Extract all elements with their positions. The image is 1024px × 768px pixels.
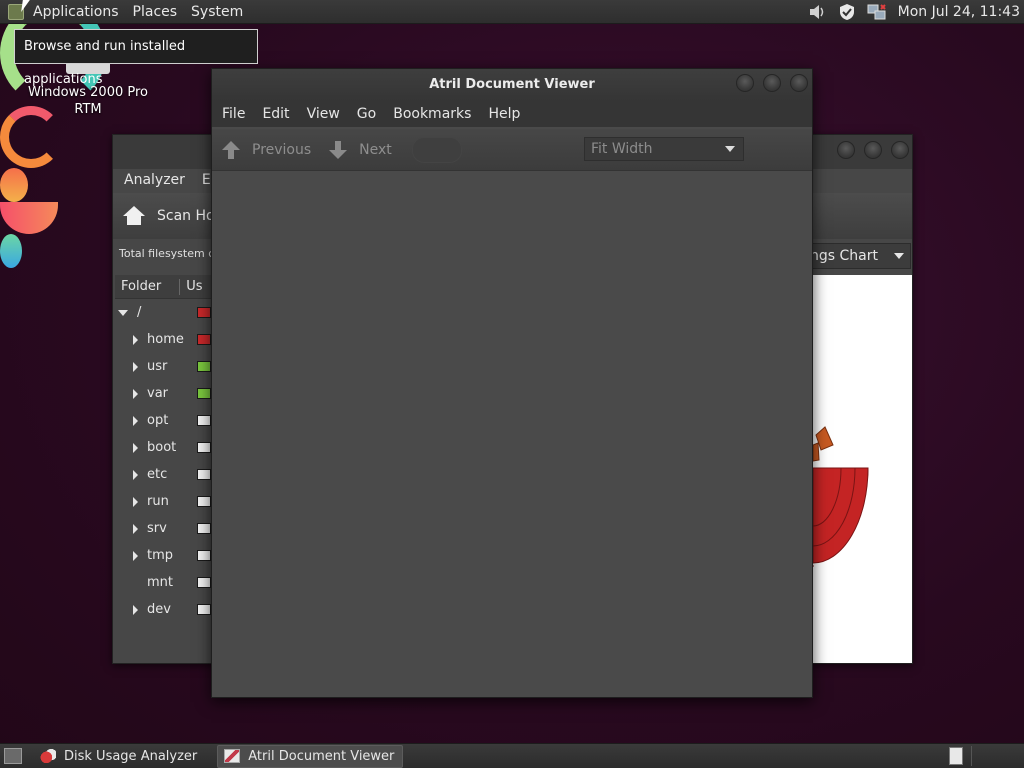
next-label: Next [359, 141, 392, 158]
system-tray: Mon Jul 24, 11:43 [802, 0, 1024, 24]
menu-edit[interactable]: Edit [252, 106, 296, 122]
menu-applications[interactable]: Applications [26, 0, 126, 24]
usage-bar [197, 469, 211, 480]
usage-bar [197, 523, 211, 534]
previous-page-button[interactable]: Previous [212, 135, 319, 165]
folder-name: boot [147, 440, 177, 455]
wallpaper-bubble [0, 202, 58, 234]
tooltip: Browse and run installed applications [14, 29, 258, 87]
usage-bar [197, 496, 211, 507]
chevron-right-icon[interactable] [133, 442, 138, 453]
taskbar-item-disk-usage-analyzer[interactable]: Disk Usage Analyzer [34, 745, 205, 768]
home-icon[interactable] [123, 206, 145, 226]
menu-analyzer[interactable]: Analyzer [113, 172, 191, 188]
close-button[interactable] [790, 74, 808, 92]
usage-bar [197, 334, 211, 345]
usage-bar [197, 577, 211, 588]
window-title: Atril Document Viewer [429, 77, 595, 92]
rings-chart-svg [812, 426, 869, 567]
folder-name: mnt [147, 575, 173, 590]
folder-name: tmp [147, 548, 174, 563]
folder-name: dev [147, 602, 171, 617]
next-page-button[interactable]: Next [319, 135, 400, 165]
chart-type-select[interactable]: ngs Chart [803, 243, 911, 269]
chevron-right-icon[interactable] [133, 388, 138, 399]
network-icon[interactable] [867, 2, 887, 22]
show-desktop-icon[interactable] [4, 748, 22, 764]
chevron-down-icon[interactable] [118, 309, 128, 316]
chevron-right-icon[interactable] [133, 550, 138, 561]
menubar: File Edit View Go Bookmarks Help [212, 101, 812, 127]
arrow-up-icon [222, 140, 240, 159]
column-header-folder[interactable]: Folder [115, 279, 161, 294]
usage-bar [197, 604, 211, 615]
bottom-panel: Disk Usage Analyzer Atril Document Viewe… [0, 743, 1024, 768]
atril-window[interactable]: Atril Document Viewer File Edit View Go … [211, 68, 813, 698]
menu-go[interactable]: Go [347, 106, 383, 122]
chevron-right-icon[interactable] [133, 604, 138, 615]
maximize-button[interactable] [763, 74, 781, 92]
wallpaper-bubble [0, 234, 22, 268]
taskbar-item-atril[interactable]: Atril Document Viewer [217, 744, 404, 768]
menubar: Analyzer Ed [113, 169, 226, 191]
usage-bar [197, 388, 211, 399]
panel-separator [971, 746, 972, 766]
column-header-usage[interactable]: Us [180, 279, 202, 294]
folder-name: srv [147, 521, 167, 536]
usage-bar [197, 442, 211, 453]
disk-usage-analyzer-icon [40, 749, 56, 763]
folder-name: run [147, 494, 169, 509]
zoom-value: Fit Width [591, 141, 653, 157]
minimize-button[interactable] [837, 141, 855, 159]
window-titlebar[interactable]: Atril Document Viewer [212, 69, 812, 101]
menu-help[interactable]: Help [478, 106, 527, 122]
toolbar: Previous Next Fit Width [212, 129, 812, 171]
folder-name: etc [147, 467, 168, 482]
top-panel: Applications Places System Mon Jul 24, 1… [0, 0, 1024, 24]
chevron-right-icon[interactable] [133, 334, 138, 345]
chevron-right-icon[interactable] [133, 469, 138, 480]
chevron-down-icon [894, 253, 904, 259]
menu-bookmarks[interactable]: Bookmarks [383, 106, 478, 122]
maximize-button[interactable] [864, 141, 882, 159]
chevron-right-icon[interactable] [133, 523, 138, 534]
rings-chart[interactable] [812, 275, 912, 663]
folder-name: usr [147, 359, 168, 374]
folder-name: opt [147, 413, 169, 428]
usage-bar [197, 550, 211, 561]
atril-icon [224, 749, 241, 763]
page-number-input[interactable] [411, 136, 462, 163]
chart-type-value: ngs Chart [810, 248, 878, 264]
folder-name: var [147, 386, 169, 401]
chevron-down-icon [725, 146, 735, 152]
volume-icon[interactable] [807, 2, 827, 22]
taskbar-item-label: Atril Document Viewer [248, 748, 395, 764]
usage-bar [197, 307, 211, 318]
folder-name: home [147, 332, 184, 347]
previous-label: Previous [252, 141, 312, 158]
shield-icon[interactable] [837, 2, 857, 22]
menu-system[interactable]: System [184, 0, 250, 24]
usage-bar [197, 361, 211, 372]
zoom-select[interactable]: Fit Width [584, 137, 744, 161]
menu-view[interactable]: View [297, 106, 347, 122]
close-button[interactable] [891, 141, 909, 159]
workspace-switcher[interactable] [949, 747, 963, 765]
chevron-right-icon[interactable] [133, 496, 138, 507]
chevron-right-icon[interactable] [133, 361, 138, 372]
wallpaper-bubble [0, 168, 28, 202]
menu-places[interactable]: Places [126, 0, 185, 24]
usage-bar [197, 415, 211, 426]
menu-file[interactable]: File [212, 106, 252, 122]
folder-name: / [137, 305, 142, 320]
clock[interactable]: Mon Jul 24, 11:43 [892, 4, 1024, 20]
chevron-right-icon[interactable] [133, 415, 138, 426]
minimize-button[interactable] [736, 74, 754, 92]
arrow-down-icon [329, 140, 348, 159]
document-view[interactable] [212, 172, 812, 697]
taskbar-item-label: Disk Usage Analyzer [64, 748, 198, 764]
